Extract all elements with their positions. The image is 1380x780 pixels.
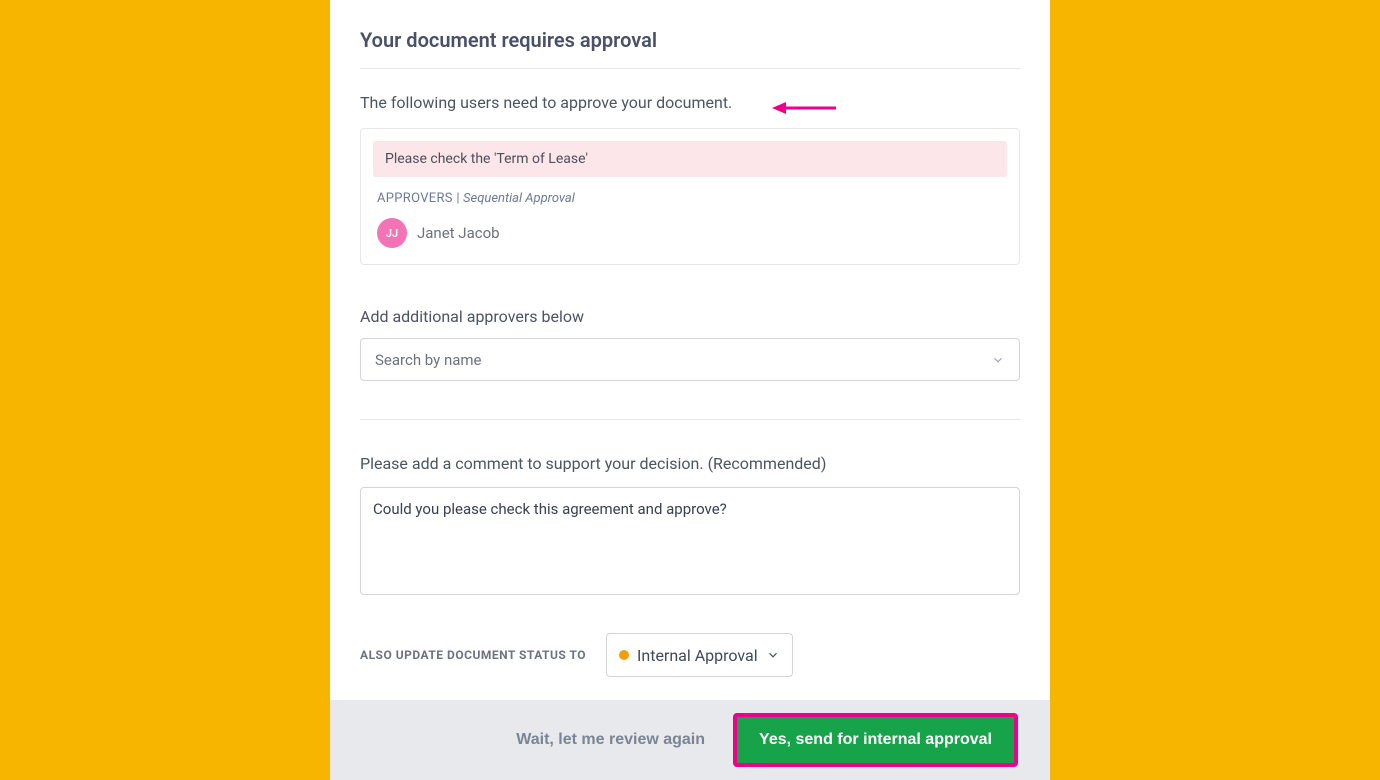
modal-body: Your document requires approval The foll… [330,0,1050,700]
approval-type-row: APPROVERS | Sequential Approval [373,191,1007,206]
approval-mode: Sequential Approval [463,191,575,206]
search-approvers-select[interactable]: Search by name [360,338,1020,381]
modal-footer: Wait, let me review again Yes, send for … [330,700,1050,780]
approval-modal: Your document requires approval The foll… [330,0,1050,780]
comment-textarea[interactable] [360,487,1020,595]
divider [360,419,1020,420]
add-approvers-label: Add additional approvers below [360,307,1020,326]
chevron-down-icon [766,648,780,662]
approver-name: Janet Jacob [417,224,500,242]
approvers-subtitle: The following users need to approve your… [360,93,732,112]
annotation-highlight: Yes, send for internal approval [733,713,1018,767]
status-selected-text: Internal Approval [637,646,758,665]
status-row: ALSO UPDATE DOCUMENT STATUS TO Internal … [360,633,1020,677]
review-again-button[interactable]: Wait, let me review again [516,731,705,749]
page-title: Your document requires approval [360,28,1020,52]
status-select[interactable]: Internal Approval [606,633,793,677]
search-placeholder: Search by name [375,351,482,369]
avatar: JJ [377,218,407,248]
comment-label: Please add a comment to support your dec… [360,454,1020,473]
divider [360,68,1020,69]
approvers-label: APPROVERS | [377,191,460,206]
annotation-arrow-icon [772,102,836,114]
chevron-down-icon [991,353,1005,367]
subtitle-row: The following users need to approve your… [360,93,1020,112]
approvers-card: Please check the 'Term of Lease' APPROVE… [360,128,1020,265]
approver-row: JJ Janet Jacob [373,218,1007,248]
notice-banner: Please check the 'Term of Lease' [373,141,1007,177]
status-dot-icon [619,650,629,660]
send-for-approval-button[interactable]: Yes, send for internal approval [737,717,1014,763]
status-label: ALSO UPDATE DOCUMENT STATUS TO [360,648,586,662]
